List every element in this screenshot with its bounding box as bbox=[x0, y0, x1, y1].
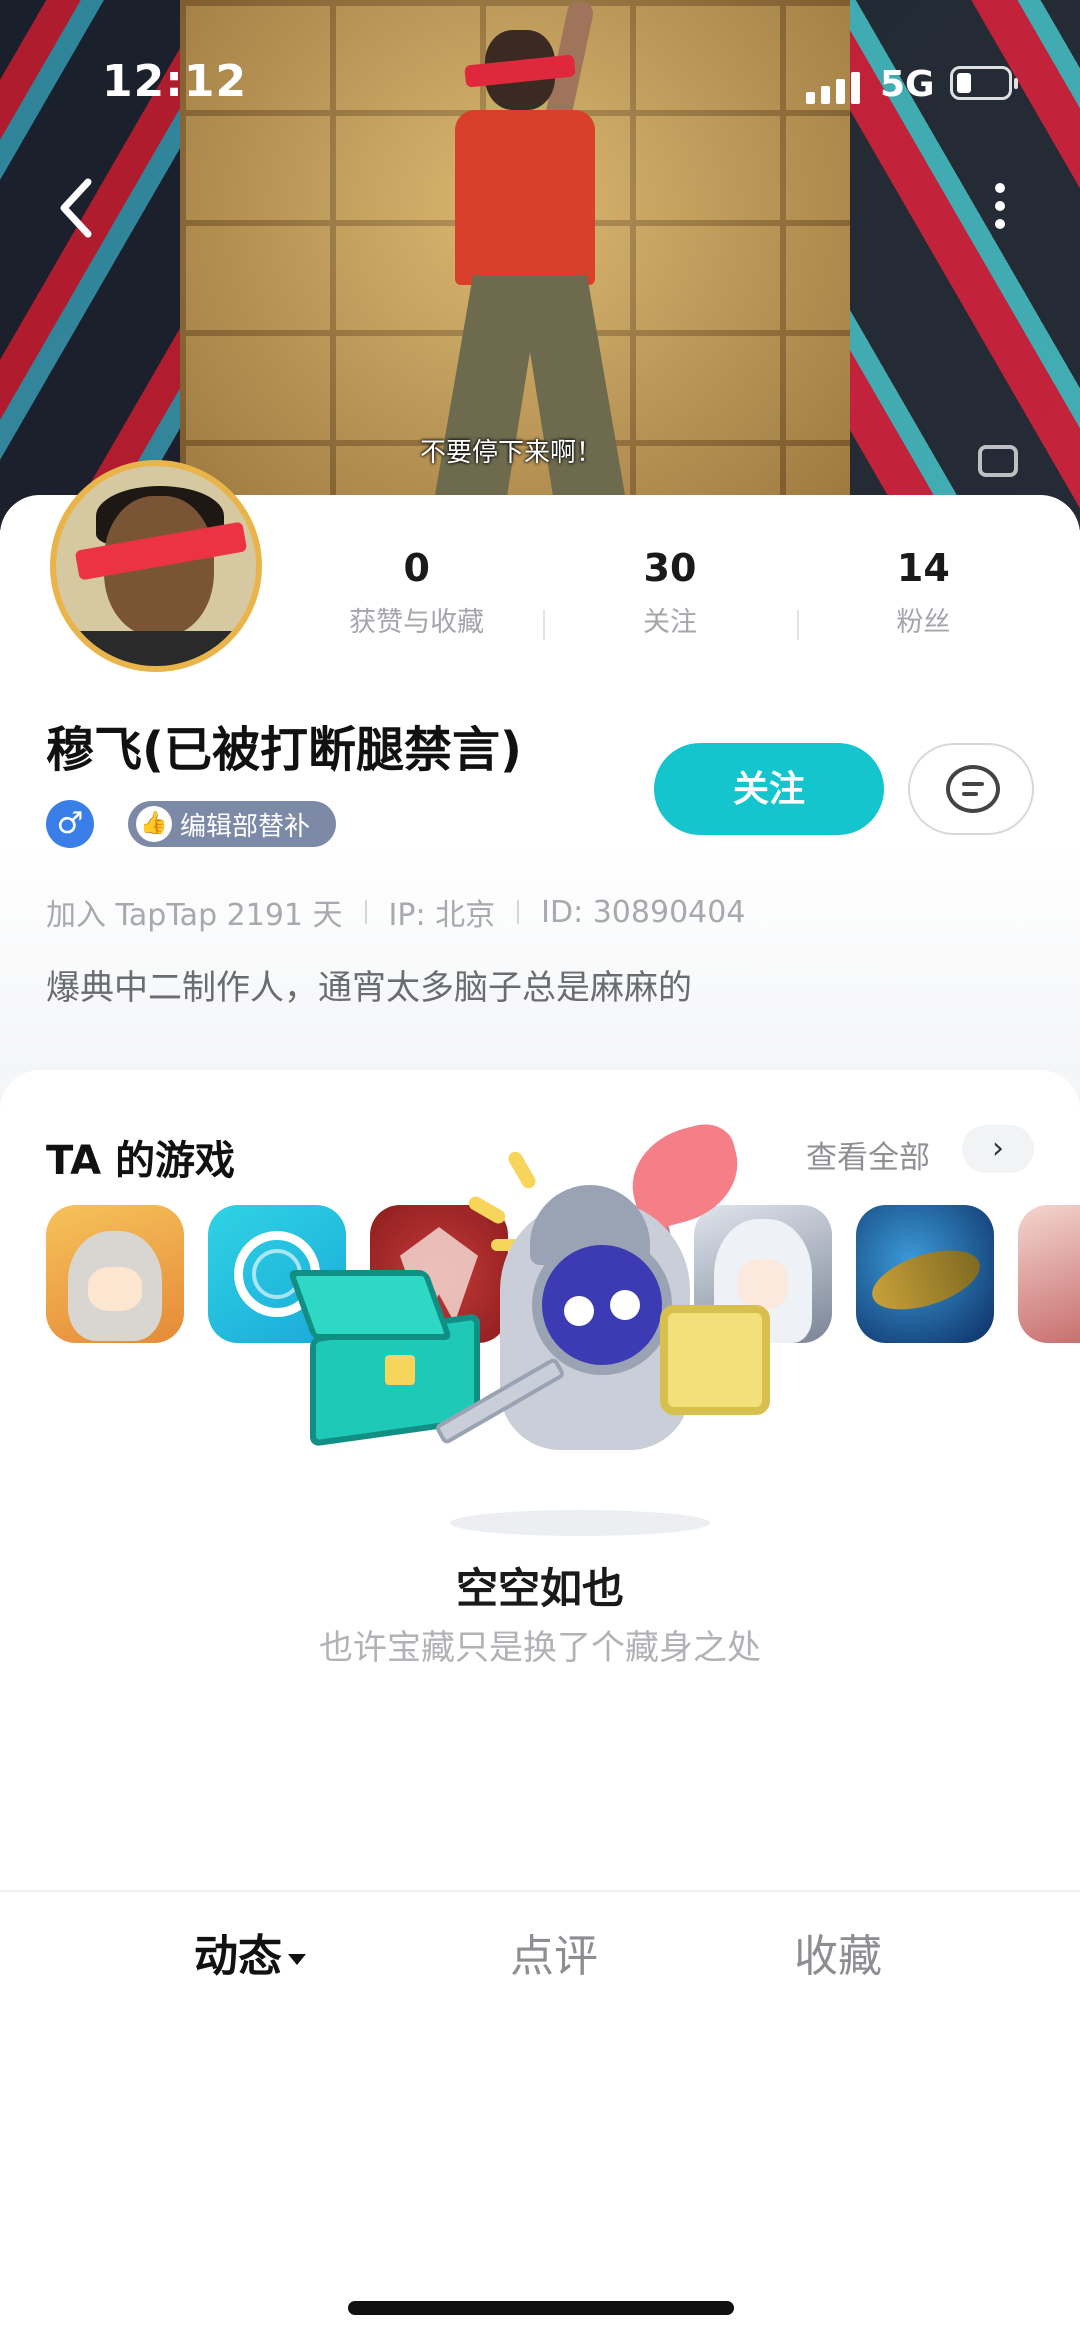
empty-state-subtitle: 也许宝藏只是换了个藏身之处 bbox=[319, 1628, 761, 1668]
profile-meta: 加入 TapTap 2191 天 IP: 北京 ID: 30890404 bbox=[46, 890, 745, 934]
role-badge-label: 编辑部替补 bbox=[180, 811, 311, 842]
avatar[interactable] bbox=[50, 460, 262, 672]
profile-tabs: 动态 点评 收藏 bbox=[0, 1920, 1080, 2030]
battery-icon bbox=[950, 66, 1018, 100]
tv-icon bbox=[978, 445, 1018, 477]
caret-down-icon bbox=[288, 1953, 306, 1965]
join-days: 加入 TapTap 2191 天 bbox=[46, 898, 343, 933]
username: 穆飞(已被打断腿禁言) bbox=[46, 722, 522, 778]
video-subtitle: 不要停下来啊！ bbox=[420, 438, 603, 468]
message-button[interactable] bbox=[908, 743, 1034, 835]
stat-likes-value: 0 bbox=[403, 546, 430, 590]
badge-row: ♂ 👍 编辑部替补 bbox=[46, 800, 337, 848]
chevron-right-icon[interactable]: › bbox=[962, 1125, 1034, 1173]
stat-likes[interactable]: 0 获赞与收藏 bbox=[290, 540, 543, 650]
ip-location: IP: 北京 bbox=[388, 898, 496, 933]
signal-icon bbox=[806, 68, 860, 104]
bio: 爆典中二制作人，通宵太多脑子总是麻麻的 bbox=[46, 968, 692, 1008]
user-id: ID: 30890404 bbox=[541, 894, 746, 930]
stat-followers[interactable]: 14 粉丝 bbox=[796, 540, 1050, 650]
stat-following-value: 30 bbox=[643, 546, 697, 590]
profile-header: 0 获赞与收藏 30 关注 14 粉丝 穆飞(已被打断腿禁言) ♂ 👍 编辑部替… bbox=[0, 460, 1080, 1075]
tab-posts-label: 动态 bbox=[194, 1931, 282, 1982]
more-options-button[interactable] bbox=[980, 175, 1020, 245]
meta-divider bbox=[364, 900, 367, 924]
tab-reviews[interactable]: 点评 bbox=[510, 1920, 598, 1984]
game-icon-1[interactable] bbox=[46, 1205, 184, 1343]
tab-posts[interactable]: 动态 bbox=[194, 1920, 318, 1984]
view-all-link[interactable]: 查看全部 bbox=[806, 1132, 930, 1177]
stat-following-label: 关注 bbox=[642, 607, 697, 638]
stat-likes-label: 获赞与收藏 bbox=[349, 607, 485, 638]
stat-followers-value: 14 bbox=[896, 546, 950, 590]
profile-stats: 0 获赞与收藏 30 关注 14 粉丝 bbox=[290, 540, 1050, 650]
back-button[interactable] bbox=[48, 168, 108, 248]
tab-favorites[interactable]: 收藏 bbox=[794, 1920, 882, 1984]
section-divider bbox=[0, 1890, 1080, 1892]
chat-bubble-icon bbox=[946, 765, 1000, 813]
meta-divider bbox=[517, 900, 520, 924]
game-icon-7[interactable] bbox=[1018, 1205, 1080, 1343]
status-bar: 12:12 5G bbox=[0, 40, 1080, 130]
more-dots-icon bbox=[995, 183, 1005, 193]
status-time: 12:12 bbox=[102, 56, 248, 107]
games-section-title: TA 的游戏 bbox=[46, 1138, 236, 1184]
stat-followers-label: 粉丝 bbox=[896, 607, 951, 638]
home-indicator[interactable] bbox=[348, 2301, 734, 2315]
network-type: 5G bbox=[880, 64, 935, 105]
follow-button[interactable]: 关注 bbox=[654, 743, 884, 835]
stat-following[interactable]: 30 关注 bbox=[543, 540, 796, 650]
thumbs-up-icon: 👍 bbox=[136, 806, 172, 842]
role-badge[interactable]: 👍 编辑部替补 bbox=[128, 801, 337, 847]
empty-state-illustration bbox=[287, 1090, 800, 1550]
empty-state-title: 空空如也 bbox=[455, 1564, 624, 1613]
game-icon-6[interactable] bbox=[856, 1205, 994, 1343]
chevron-left-icon bbox=[60, 178, 92, 238]
male-gender-icon: ♂ bbox=[46, 800, 94, 848]
